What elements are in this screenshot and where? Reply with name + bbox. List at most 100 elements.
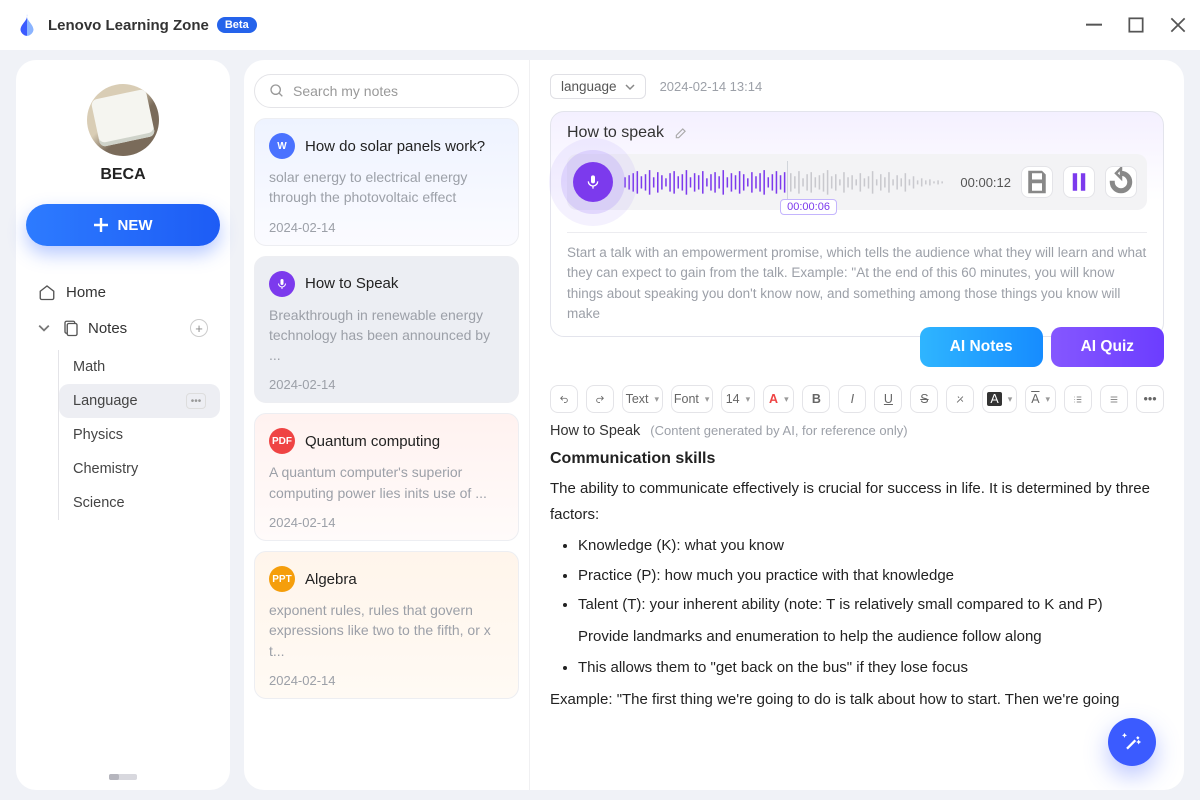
beta-badge: Beta: [217, 17, 257, 33]
undo-button[interactable]: [550, 385, 578, 413]
new-button[interactable]: NEW: [26, 204, 220, 246]
nav-notes[interactable]: Notes +: [26, 310, 220, 346]
detail-pane: language 2024-02-14 13:14 How to speak: [530, 60, 1184, 790]
sidebar-scrollbar[interactable]: [109, 774, 137, 780]
minimize-button[interactable]: [1086, 17, 1102, 33]
maximize-button[interactable]: [1128, 17, 1144, 33]
new-button-label: NEW: [118, 217, 153, 234]
list-item: This allows them to "get back on the bus…: [578, 655, 1164, 681]
note-date: 2024-02-14: [269, 377, 504, 392]
record-button[interactable]: [573, 162, 613, 202]
magic-wand-icon: [1122, 732, 1142, 752]
close-button[interactable]: [1170, 17, 1186, 33]
italic-button[interactable]: I: [838, 385, 866, 413]
search-icon: [269, 83, 285, 99]
recording-card: How to speak: [550, 111, 1164, 337]
note-date: 2024-02-14: [269, 220, 504, 235]
note-list: Search my notes W How do solar panels wo…: [244, 60, 530, 790]
editor-subline: Provide landmarks and enumeration to hel…: [578, 624, 1164, 650]
app-logo-icon: [14, 12, 40, 38]
titlebar: Lenovo Learning Zone Beta: [0, 0, 1200, 50]
username: BECA: [26, 166, 220, 184]
ai-quiz-button[interactable]: AI Quiz: [1051, 327, 1164, 367]
nav: Home Notes + Math Language ••• Physics C…: [26, 274, 220, 768]
content: Search my notes W How do solar panels wo…: [244, 60, 1184, 790]
subject-physics[interactable]: Physics: [59, 418, 220, 452]
subject-more-button[interactable]: •••: [186, 393, 206, 409]
list-item: Knowledge (K): what you know: [578, 533, 1164, 559]
current-time-bubble: 00:00:06: [780, 199, 837, 215]
ai-notes-button[interactable]: AI Notes: [920, 327, 1043, 367]
mic-icon: [269, 271, 295, 297]
word-doc-icon: W: [269, 133, 295, 159]
timestamp: 2024-02-14 13:14: [660, 79, 763, 94]
titlebar-left: Lenovo Learning Zone Beta: [14, 12, 257, 38]
ai-assist-fab[interactable]: [1108, 718, 1156, 766]
avatar[interactable]: [87, 84, 159, 156]
redo-button[interactable]: [586, 385, 614, 413]
chevron-down-icon: [38, 322, 50, 334]
note-snippet: A quantum computer's superior computing …: [269, 462, 504, 503]
chevron-down-icon: [625, 82, 635, 92]
pdf-icon: PDF: [269, 428, 295, 454]
notes-icon: [62, 319, 80, 337]
note-title: Algebra: [305, 571, 357, 588]
text-color-button[interactable]: A: [763, 385, 794, 413]
nav-notes-label: Notes: [88, 320, 127, 337]
audio-playhead[interactable]: [787, 161, 788, 203]
note-title: Quantum computing: [305, 433, 440, 450]
list-ordered-button[interactable]: [1064, 385, 1092, 413]
list-unordered-button[interactable]: [1100, 385, 1128, 413]
note-card-quantum[interactable]: PDF Quantum computing A quantum computer…: [254, 413, 519, 541]
category-select[interactable]: language: [550, 74, 646, 99]
save-audio-button[interactable]: [1021, 166, 1053, 198]
strikethrough-button[interactable]: S: [910, 385, 938, 413]
subject-chemistry[interactable]: Chemistry: [59, 452, 220, 486]
note-card-speak[interactable]: How to Speak Breakthrough in renewable e…: [254, 256, 519, 404]
recording-title: How to speak: [567, 124, 664, 142]
restart-button[interactable]: [1105, 166, 1137, 198]
live-transcript: Start a talk with an empowerment promise…: [567, 232, 1147, 324]
editor-title: How to Speak: [550, 423, 640, 439]
sidebar: BECA NEW Home Notes + Math Language: [16, 60, 230, 790]
editor-trailing: Example: "The first thing we're going to…: [550, 687, 1164, 713]
text-transform-button[interactable]: A: [1025, 385, 1056, 413]
note-card-algebra[interactable]: PPT Algebra exponent rules, rules that g…: [254, 551, 519, 699]
underline-button[interactable]: U: [874, 385, 902, 413]
note-title: How to Speak: [305, 275, 398, 292]
edit-title-button[interactable]: [674, 126, 688, 140]
subject-math[interactable]: Math: [59, 350, 220, 384]
pause-button[interactable]: [1063, 166, 1095, 198]
subject-language[interactable]: Language •••: [59, 384, 220, 418]
clear-format-button[interactable]: [946, 385, 974, 413]
note-date: 2024-02-14: [269, 515, 504, 530]
subject-science[interactable]: Science: [59, 486, 220, 520]
add-notebook-button[interactable]: +: [190, 319, 208, 337]
note-title: How do solar panels work?: [305, 138, 485, 155]
font-size-select[interactable]: 14: [721, 385, 756, 413]
note-date: 2024-02-14: [269, 673, 504, 688]
font-select[interactable]: Font: [671, 385, 713, 413]
window-controls: [1086, 17, 1186, 33]
subject-list: Math Language ••• Physics Chemistry Scie…: [58, 350, 220, 520]
note-snippet: solar energy to electrical energy throug…: [269, 167, 504, 208]
search-placeholder: Search my notes: [293, 83, 398, 99]
ppt-icon: PPT: [269, 566, 295, 592]
list-item: Practice (P): how much you practice with…: [578, 563, 1164, 589]
more-toolbar-button[interactable]: •••: [1136, 385, 1164, 413]
editor-toolbar: Text Font 14 A B I U S A A •••: [550, 385, 1164, 413]
nav-home[interactable]: Home: [26, 274, 220, 310]
search-input[interactable]: Search my notes: [254, 74, 519, 108]
editor-body[interactable]: Communication skills The ability to comm…: [550, 445, 1164, 712]
waveform[interactable]: 00:00:06: [623, 165, 950, 199]
bold-button[interactable]: B: [802, 385, 830, 413]
highlight-button[interactable]: A: [982, 385, 1017, 413]
note-snippet: exponent rules, rules that govern expres…: [269, 600, 504, 661]
editor-intro: The ability to communicate effectively i…: [550, 476, 1164, 527]
plus-icon: [94, 218, 108, 232]
text-style-select[interactable]: Text: [622, 385, 663, 413]
nav-home-label: Home: [66, 284, 106, 301]
ai-disclaimer: (Content generated by AI, for reference …: [650, 423, 907, 438]
note-card-solar[interactable]: W How do solar panels work? solar energy…: [254, 118, 519, 246]
list-item: Talent (T): your inherent ability (note:…: [578, 592, 1164, 618]
